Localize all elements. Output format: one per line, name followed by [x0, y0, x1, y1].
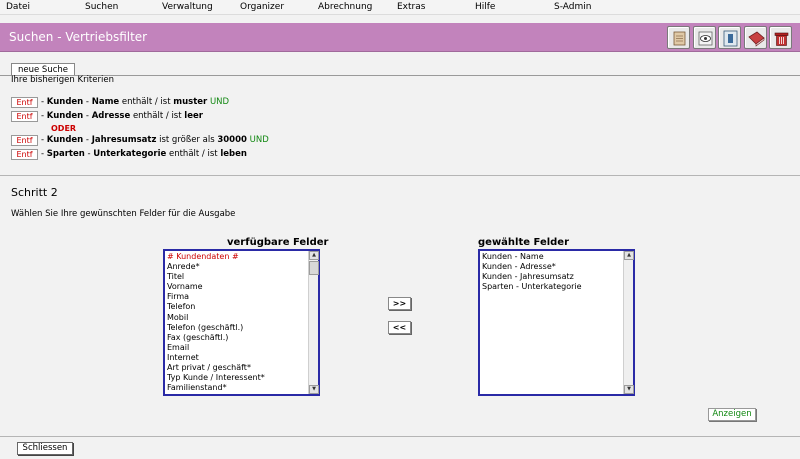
available-fields-label: verfügbare Felder [227, 237, 329, 248]
red-book-icon [748, 31, 765, 47]
menu-suchen[interactable]: Suchen [85, 2, 118, 12]
list-item[interactable]: Firma [167, 292, 316, 302]
list-item[interactable]: Titel [167, 272, 316, 282]
criteria-operator: ist größer als [159, 135, 215, 145]
scroll-thumb[interactable] [309, 261, 319, 275]
remove-field-button[interactable]: << [388, 321, 411, 334]
add-field-button[interactable]: >> [388, 297, 411, 310]
selected-fields-label: gewählte Felder [478, 237, 570, 248]
step-title: Schritt 2 [11, 186, 58, 199]
preview-button[interactable] [693, 26, 716, 49]
or-separator: ODER [51, 124, 77, 133]
delete-button[interactable] [744, 26, 767, 49]
criteria-row: Entf - Kunden - Jahresumsatz ist größer a… [11, 135, 269, 147]
info-icon [723, 30, 738, 47]
criteria-operator: enthält / ist [132, 111, 182, 121]
criteria-field: Jahresumsatz [91, 135, 157, 145]
criteria-row: Entf - Sparten - Unterkategorie enthält /… [11, 149, 247, 161]
criteria-field: Adresse [91, 111, 131, 121]
list-item[interactable]: Art privat / geschäft* [167, 363, 316, 373]
list-item[interactable]: Mobil [167, 313, 316, 323]
criteria-value: muster [173, 97, 208, 107]
criteria-operator: enthält / ist [168, 149, 218, 159]
eye-icon [698, 31, 713, 46]
menu-abrechnung[interactable]: Abrechnung [318, 2, 372, 12]
criteria-row: Entf - Kunden - Adresse enthält / ist lee… [11, 111, 203, 123]
list-item[interactable]: Telefon [167, 302, 316, 312]
menu-extras[interactable]: Extras [397, 2, 425, 12]
criteria-heading: Ihre bisherigen Kriterien [11, 75, 114, 85]
criteria-conjunction: UND [249, 135, 269, 145]
step-hint: Wählen Sie Ihre gewünschten Felder für d… [11, 209, 236, 219]
trash-button[interactable] [769, 26, 792, 49]
list-item[interactable]: Vorname [167, 282, 316, 292]
page-title: Suchen - Vertriebsfilter [9, 30, 148, 44]
notes-button[interactable] [667, 26, 690, 49]
list-item[interactable]: Kunden - Name [482, 252, 631, 262]
tab-divider [0, 75, 800, 76]
menu-organizer[interactable]: Organizer [240, 2, 284, 12]
scroll-up-icon[interactable]: ▲ [309, 251, 319, 260]
criteria-operator: enthält / ist [121, 97, 171, 107]
list-item[interactable]: Internet [167, 353, 316, 363]
list-item[interactable]: Fax (geschäftl.) [167, 333, 316, 343]
remove-criteria-button[interactable]: Entf [11, 111, 38, 122]
selected-fields-list[interactable]: Kunden - Name Kunden - Adresse* Kunden -… [478, 249, 635, 396]
menu-verwaltung[interactable]: Verwaltung [162, 2, 213, 12]
list-item[interactable]: Typ Kunde / Interessent* [167, 373, 316, 383]
close-button[interactable]: Schliessen [17, 442, 73, 455]
selected-scrollbar[interactable]: ▲ ▼ [623, 251, 634, 394]
list-item[interactable]: Email [167, 343, 316, 353]
menu-bar: Datei Suchen Verwaltung Organizer Abrech… [0, 0, 800, 15]
menu-datei[interactable]: Datei [6, 2, 30, 12]
criteria-field: Unterkategorie [93, 149, 167, 159]
available-fields-list[interactable]: # Kundendaten # Anrede* Titel Vorname Fi… [163, 249, 320, 396]
notepad-icon [673, 31, 686, 46]
list-item[interactable]: Sparten - Unterkategorie [482, 282, 631, 292]
criteria-value: leben [220, 149, 247, 159]
scroll-up-icon[interactable]: ▲ [624, 251, 634, 260]
remove-criteria-button[interactable]: Entf [11, 135, 38, 146]
trash-icon [774, 32, 789, 46]
show-button[interactable]: Anzeigen [708, 408, 756, 421]
list-item[interactable]: Telefon (geschäftl.) [167, 323, 316, 333]
list-item[interactable]: Anrede* [167, 262, 316, 272]
list-item[interactable]: Kunden - Adresse* [482, 262, 631, 272]
footer-divider [0, 436, 800, 437]
scroll-down-icon[interactable]: ▼ [309, 385, 319, 394]
available-scrollbar[interactable]: ▲ ▼ [308, 251, 319, 394]
criteria-category: Sparten [46, 149, 85, 159]
remove-criteria-button[interactable]: Entf [11, 97, 38, 108]
list-item[interactable]: Kunden - Jahresumsatz [482, 272, 631, 282]
criteria-category: Kunden [46, 111, 84, 121]
title-bar: Suchen - Vertriebsfilter [0, 23, 800, 52]
menu-hilfe[interactable]: Hilfe [475, 2, 495, 12]
criteria-conjunction: UND [209, 97, 230, 107]
criteria-category: Kunden [46, 135, 84, 145]
criteria-value: leer [184, 111, 203, 121]
menu-s-admin[interactable]: S-Admin [554, 2, 591, 12]
remove-criteria-button[interactable]: Entf [11, 149, 38, 160]
criteria-field: Name [91, 97, 120, 107]
scroll-down-icon[interactable]: ▼ [624, 385, 634, 394]
list-item[interactable]: Familienstand* [167, 383, 316, 393]
criteria-category: Kunden [46, 97, 84, 107]
info-button[interactable] [718, 26, 741, 49]
criteria-value: 30000 [217, 135, 247, 145]
section-divider [0, 175, 800, 176]
criteria-row: Entf - Kunden - Name enthält / ist muster… [11, 97, 229, 109]
list-item[interactable]: # Kundendaten # [167, 252, 316, 262]
